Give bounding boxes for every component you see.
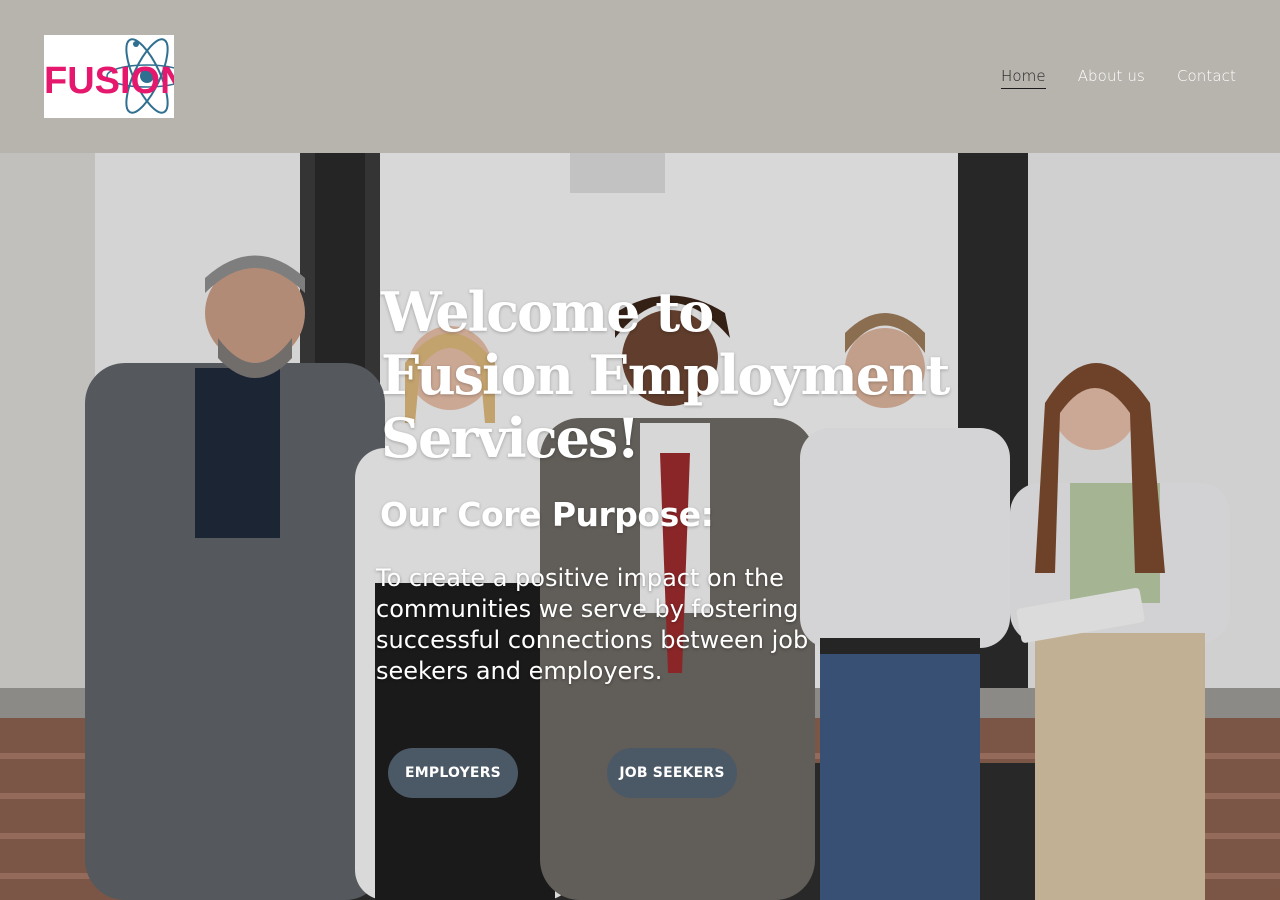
- job-seekers-button[interactable]: JOB SEEKERS: [607, 748, 737, 798]
- main-nav: Home About us Contact: [1000, 66, 1236, 89]
- hero-title: Welcome to Fusion Employment Services!: [381, 280, 950, 470]
- nav-contact-link[interactable]: Contact: [1177, 66, 1236, 89]
- nav-about-link[interactable]: About us: [1078, 66, 1145, 89]
- site-header: FUSION Home About us Contact: [0, 0, 1280, 153]
- fusion-logo[interactable]: FUSION: [44, 35, 174, 118]
- hero-title-line: Welcome to: [381, 280, 714, 344]
- hero-title-line: Fusion Employment: [381, 343, 950, 407]
- employers-button[interactable]: EMPLOYERS: [388, 748, 518, 798]
- svg-text:FUSION: FUSION: [44, 60, 174, 102]
- hero-section: Welcome to Fusion Employment Services! O…: [0, 153, 1280, 900]
- core-purpose-heading: Our Core Purpose:: [380, 495, 714, 534]
- core-purpose-text: To create a positive impact on the commu…: [376, 564, 809, 685]
- nav-home-link[interactable]: Home: [1000, 66, 1046, 89]
- hero-title-line: Services!: [381, 406, 640, 470]
